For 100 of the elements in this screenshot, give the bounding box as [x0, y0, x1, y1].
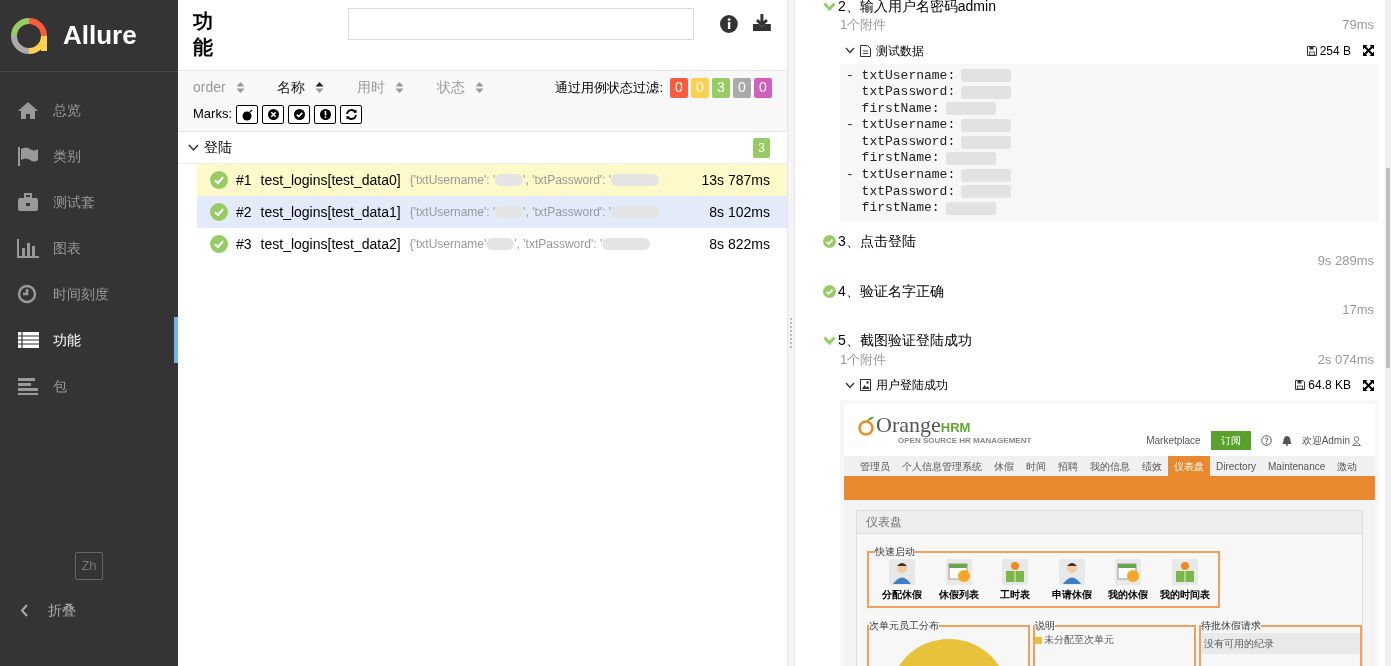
- align-left-icon: [17, 375, 40, 397]
- sidebar-item[interactable]: 图表: [0, 225, 178, 271]
- panel-legend: 次单元员工分布: [869, 620, 939, 634]
- step-header[interactable]: 3、点击登陆: [823, 232, 1379, 251]
- check-circle-icon: [292, 107, 306, 121]
- mark-filter-button[interactable]: [314, 104, 336, 124]
- panel-legend: 说明: [1035, 620, 1055, 634]
- code-line: - txtUsername:: [846, 67, 956, 85]
- marks-label: Marks:: [193, 105, 232, 124]
- nav-tab[interactable]: 我的信息: [1084, 456, 1136, 477]
- sort-icon: [235, 81, 245, 94]
- test-duration: 13s 787ms: [701, 170, 770, 190]
- attachment-header[interactable]: 用户登陆成功 64.8 KB: [823, 374, 1379, 397]
- exclamation-circle-icon: [318, 107, 332, 121]
- quick-launch-label[interactable]: 分配休假: [882, 587, 922, 603]
- chevron-down-icon: [823, 336, 836, 346]
- help-icon[interactable]: [1260, 435, 1272, 447]
- flag-icon: [17, 145, 40, 167]
- test-parameters: ', 'txtPassword': ': [523, 172, 612, 189]
- download-icon[interactable]: [752, 13, 772, 31]
- panel-title: 仪表盘: [857, 511, 1362, 535]
- step-duration: 17ms: [1342, 301, 1374, 320]
- code-line: - txtUsername:: [846, 117, 956, 134]
- mark-filter-button[interactable]: [236, 104, 258, 124]
- quick-launch-label[interactable]: 我的休假: [1108, 587, 1149, 603]
- attachment-count: 1个附件: [840, 350, 887, 369]
- allure-logo-icon: [11, 17, 47, 54]
- collapse-button[interactable]: 折叠: [0, 590, 178, 630]
- image-file-icon: [860, 379, 871, 392]
- attachment-name: 测试数据: [876, 42, 925, 60]
- calendar-icon[interactable]: [945, 559, 972, 586]
- group-name: 登陆: [204, 138, 233, 157]
- nav-tab[interactable]: 休假: [988, 456, 1020, 477]
- search-field[interactable]: [347, 8, 695, 40]
- step-title: 3、点击登陆: [838, 232, 916, 252]
- test-name: test_logins[test_data1]: [260, 202, 401, 222]
- code-line: firstName:: [860, 100, 940, 118]
- nav-tab[interactable]: Directory: [1210, 456, 1262, 477]
- mark-filter-button[interactable]: [340, 104, 362, 124]
- marketplace-link[interactable]: Marketplace: [1146, 433, 1201, 449]
- test-case-row[interactable]: #1 test_logins[test_data0] {'txtUsername': ' ', 'txtPassword': ' 13s 787ms: [197, 164, 787, 196]
- nav-tab[interactable]: 激动: [1331, 456, 1364, 477]
- resize-handle[interactable]: [790, 318, 792, 348]
- sort-column-button[interactable]: 名称: [277, 77, 357, 98]
- test-parameters: {'txtUsername': [409, 236, 487, 253]
- expand-icon[interactable]: [1363, 379, 1374, 391]
- nav-tab[interactable]: 管理员: [854, 456, 896, 477]
- code-line: firstName:: [860, 150, 940, 168]
- attachment-count: 1个附件: [840, 16, 887, 34]
- user-icon: [1352, 435, 1361, 446]
- step-header[interactable]: 4、验证名字正确: [823, 282, 1379, 301]
- app-logo-text: Allure: [63, 19, 137, 52]
- check-circle-icon: [210, 171, 228, 189]
- code-line: txtPassword:: [860, 84, 956, 101]
- mark-filter-button[interactable]: [262, 104, 284, 124]
- test-name: test_logins[test_data0]: [260, 170, 401, 190]
- attachment-size: 254 B: [1319, 42, 1351, 60]
- nav-tab[interactable]: 绩效: [1136, 456, 1168, 477]
- step-header[interactable]: 5、截图验证登陆成功: [823, 331, 1379, 350]
- chevron-left-icon: [20, 603, 28, 617]
- sort-icon: [475, 81, 484, 94]
- nav-tab[interactable]: 时间: [1020, 456, 1052, 477]
- fruit-logo-icon: [858, 416, 876, 437]
- legend-label: 未分配至次单元: [1044, 633, 1114, 648]
- check-circle-icon: [210, 203, 228, 221]
- quick-launch-label[interactable]: 休假列表: [938, 587, 979, 603]
- test-case-row[interactable]: #2 test_logins[test_data1] {'txtUsername': ' ', 'txtPassword': ' 8s 102ms: [197, 196, 787, 228]
- check-circle-icon: [210, 235, 228, 253]
- scrollbar-drawing[interactable]: [1385, 0, 1391, 666]
- list-icon: [17, 329, 40, 351]
- quick-launch-label[interactable]: 我的时间表: [1159, 587, 1210, 603]
- info-icon[interactable]: [720, 15, 739, 33]
- bell-icon[interactable]: [1281, 435, 1292, 447]
- sidebar-item[interactable]: 类别: [0, 133, 178, 179]
- briefcase-icon: [17, 191, 40, 213]
- nav-tab[interactable]: Maintenance: [1262, 456, 1332, 477]
- check-circle-icon: [823, 284, 836, 298]
- sidebar-item[interactable]: 测试套: [0, 179, 178, 225]
- text-file-icon: [860, 44, 871, 57]
- test-duration: 8s 102ms: [709, 202, 770, 222]
- calendar-icon[interactable]: [1115, 559, 1142, 586]
- sidebar-item[interactable]: 功能: [0, 317, 178, 363]
- quick-launch-label[interactable]: 工时表: [1000, 587, 1031, 603]
- expand-icon[interactable]: [1363, 45, 1374, 56]
- panel-legend: 快速启动: [875, 544, 915, 560]
- nav-tab[interactable]: 个人信息管理系统: [896, 456, 988, 477]
- welcome-menu[interactable]: 欢迎Admin: [1301, 433, 1361, 449]
- person-icon[interactable]: [889, 559, 915, 586]
- panel-legend: 待批休假请求: [1201, 620, 1261, 634]
- sidebar-item[interactable]: 总览: [0, 87, 178, 133]
- check-circle-icon: [823, 235, 836, 249]
- person-icon[interactable]: [1058, 559, 1085, 586]
- chevron-down-icon: [188, 143, 199, 152]
- nav-tab[interactable]: 招聘: [1052, 456, 1084, 477]
- sidebar-item[interactable]: 包: [0, 363, 178, 409]
- attachment-header[interactable]: 测试数据 254 B: [823, 39, 1379, 62]
- mark-filter-button[interactable]: [288, 104, 310, 124]
- sidebar-item[interactable]: 时间刻度: [0, 271, 178, 317]
- code-line: - txtUsername:: [846, 167, 956, 184]
- quick-launch-label[interactable]: 申请休假: [1051, 587, 1092, 603]
